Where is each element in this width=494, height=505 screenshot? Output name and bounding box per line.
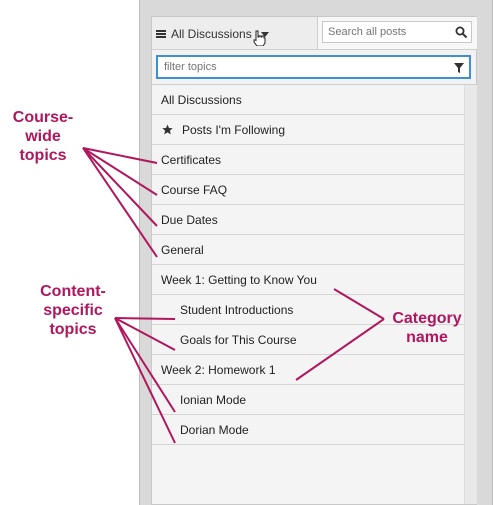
topic-label: Ionian Mode <box>180 392 247 407</box>
star-icon <box>162 124 173 135</box>
topic-label: Course FAQ <box>161 182 228 197</box>
annotation-line: name <box>406 329 448 346</box>
search-posts-input[interactable] <box>322 21 472 43</box>
filter-bar <box>152 50 476 85</box>
annotation-line: Content- <box>40 283 106 300</box>
filter-topics-input[interactable] <box>156 55 471 79</box>
topic-item[interactable]: Certificates <box>152 145 464 175</box>
sidebar-header: All Discussions <box>152 17 477 50</box>
annotation-line: topics <box>49 321 97 338</box>
topic-label: Due Dates <box>161 212 218 227</box>
topic-item[interactable]: Posts I'm Following <box>152 115 464 145</box>
topic-item[interactable]: Week 1: Getting to Know You <box>152 265 464 295</box>
search-area <box>317 17 477 49</box>
topic-label: Student Introductions <box>180 302 294 317</box>
category-annotation: Category name <box>384 309 470 347</box>
course-wide-annotation: Course- wide topics <box>4 108 82 165</box>
topic-item[interactable]: Course FAQ <box>152 175 464 205</box>
search-icon[interactable] <box>455 26 468 39</box>
scrollbar[interactable] <box>464 85 477 504</box>
content-specific-annotation: Content- specific topics <box>30 282 116 339</box>
topic-item[interactable]: Ionian Mode <box>152 385 464 415</box>
hand-pointer-icon <box>253 30 266 46</box>
topic-list: All Discussions Posts I'm Following Certif… <box>152 85 464 445</box>
sidebar-inner: All Discussions All Discussions Posts I'm… <box>151 16 477 505</box>
topic-label: Certificates <box>161 152 222 167</box>
annotation-line: Category <box>392 310 462 327</box>
annotation-line: wide <box>25 128 61 145</box>
annotation-line: Course- <box>12 109 74 126</box>
topic-item[interactable]: All Discussions <box>152 85 464 115</box>
topic-label: Week 1: Getting to Know You <box>161 272 317 287</box>
topic-label: Posts I'm Following <box>182 122 285 137</box>
hamburger-menu-icon <box>156 30 166 38</box>
topic-item[interactable]: Dorian Mode <box>152 415 464 445</box>
topic-item[interactable]: General <box>152 235 464 265</box>
topic-label: Week 2: Homework 1 <box>161 362 276 377</box>
annotation-line: topics <box>19 147 67 164</box>
topic-item[interactable]: Week 2: Homework 1 <box>152 355 464 385</box>
annotation-line: specific <box>43 302 103 319</box>
topic-label: General <box>161 242 204 257</box>
menu-label: All Discussions <box>171 27 252 41</box>
topic-label: Dorian Mode <box>180 422 249 437</box>
funnel-filter-icon <box>454 63 464 73</box>
topic-item[interactable]: Due Dates <box>152 205 464 235</box>
discussion-sidebar: All Discussions All Discussions Posts I'm… <box>139 0 493 505</box>
topic-label: All Discussions <box>161 92 242 107</box>
topic-label: Goals for This Course <box>180 332 297 347</box>
